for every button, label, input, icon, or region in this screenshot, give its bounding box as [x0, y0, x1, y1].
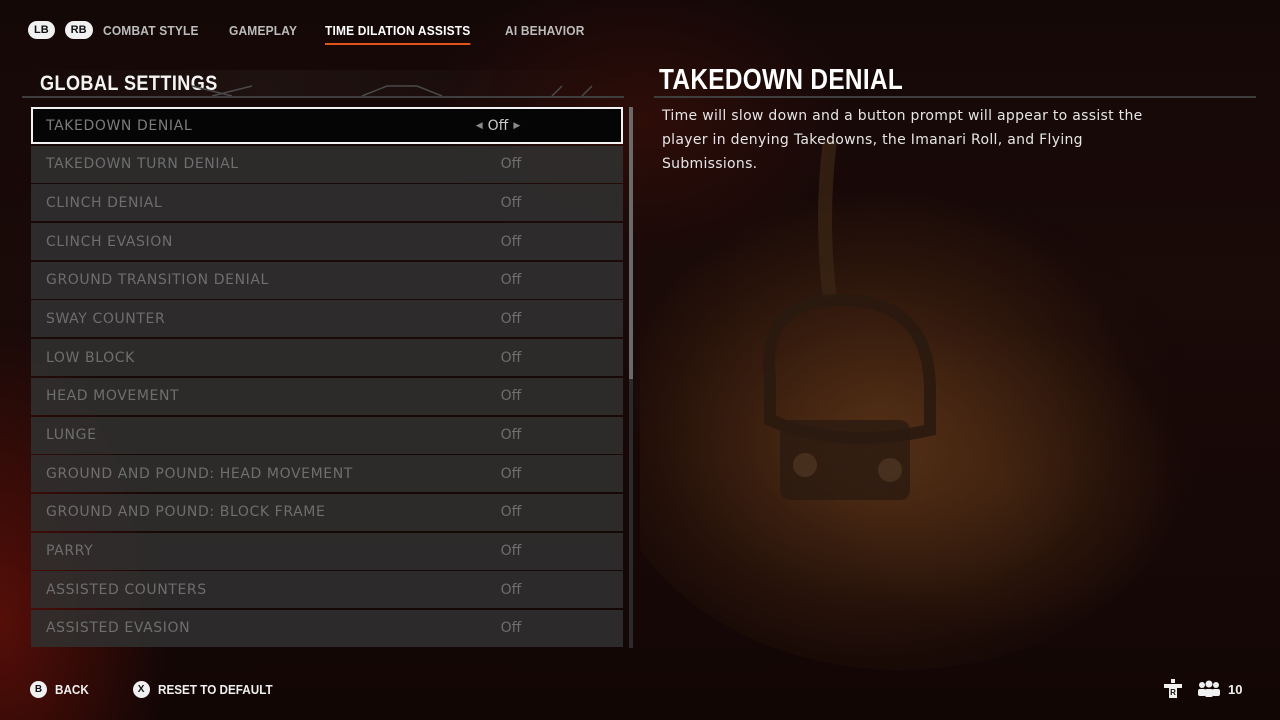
- setting-value: Off: [500, 504, 522, 521]
- setting-row-assisted-evasion[interactable]: ASSISTED EVASION Off: [31, 609, 623, 647]
- setting-row-gnp-block-frame[interactable]: GROUND AND POUND: BLOCK FRAME Off: [31, 493, 623, 531]
- setting-value: Off: [500, 465, 522, 482]
- setting-row-sway-counter[interactable]: SWAY COUNTER Off: [31, 300, 623, 338]
- settings-list: TAKEDOWN DENIAL ◀ Off ▶ TAKEDOWN TURN DE…: [31, 107, 623, 649]
- setting-label: GROUND AND POUND: BLOCK FRAME: [46, 504, 326, 521]
- rb-button-icon[interactable]: RB: [64, 21, 93, 39]
- setting-label: TAKEDOWN TURN DENIAL: [46, 156, 239, 173]
- setting-label: HEAD MOVEMENT: [46, 388, 180, 405]
- party-icon: [1198, 680, 1220, 697]
- chevron-left-icon[interactable]: ◀: [476, 121, 483, 131]
- reset-to-default-button[interactable]: X RESET TO DEFAULT: [132, 681, 285, 698]
- setting-value: Off: [500, 388, 522, 405]
- setting-row-assisted-counters[interactable]: ASSISTED COUNTERS Off: [31, 571, 623, 609]
- svg-text:R: R: [1170, 688, 1176, 697]
- setting-value: Off: [500, 543, 522, 560]
- back-button[interactable]: B BACK: [30, 681, 93, 698]
- setting-value: Off: [500, 156, 522, 173]
- status-area: R 10: [1160, 678, 1242, 700]
- setting-label: ASSISTED EVASION: [46, 620, 191, 637]
- setting-row-takedown-denial[interactable]: TAKEDOWN DENIAL ◀ Off ▶: [31, 107, 623, 144]
- detail-line: player in denying Takedowns, the Imanari…: [662, 132, 1083, 172]
- setting-value: Off: [500, 233, 522, 250]
- back-label: BACK: [55, 682, 89, 697]
- setting-value: Off: [500, 620, 522, 637]
- setting-label: LOW BLOCK: [46, 349, 135, 366]
- setting-label: GROUND TRANSITION DENIAL: [46, 272, 269, 289]
- setting-value: Off: [500, 272, 522, 289]
- reset-label: RESET TO DEFAULT: [157, 682, 273, 697]
- detail-description: Time will slow down and a button prompt …: [662, 104, 1182, 176]
- chevron-right-icon[interactable]: ▶: [513, 121, 520, 131]
- detail-title: TAKEDOWN DENIAL: [659, 64, 904, 96]
- setting-value-text: Off: [487, 117, 509, 134]
- top-nav: LB RB COMBAT STYLE GAMEPLAY TIME DILATIO…: [28, 18, 613, 45]
- b-button-icon: B: [30, 681, 47, 698]
- setting-value: ◀ Off ▶: [453, 118, 543, 134]
- setting-row-ground-transition-denial[interactable]: GROUND TRANSITION DENIAL Off: [31, 261, 623, 299]
- setting-label: GROUND AND POUND: HEAD MOVEMENT: [46, 465, 353, 482]
- setting-row-takedown-turn-denial[interactable]: TAKEDOWN TURN DENIAL Off: [31, 145, 623, 183]
- tab-gameplay[interactable]: GAMEPLAY: [229, 20, 297, 41]
- setting-row-lunge[interactable]: LUNGE Off: [31, 416, 623, 454]
- setting-row-clinch-denial[interactable]: CLINCH DENIAL Off: [31, 184, 623, 222]
- detail-line: Time will slow down and a button prompt …: [662, 108, 1143, 124]
- scrollbar[interactable]: [629, 107, 633, 648]
- section-header: GLOBAL SETTINGS: [22, 70, 624, 98]
- setting-row-clinch-evasion[interactable]: CLINCH EVASION Off: [31, 223, 623, 261]
- setting-row-head-movement[interactable]: HEAD MOVEMENT Off: [31, 377, 623, 415]
- setting-label: LUNGE: [46, 427, 97, 443]
- setting-value: Off: [500, 310, 522, 327]
- rt-trigger-icon[interactable]: R: [1160, 678, 1186, 700]
- x-button-icon: X: [132, 681, 150, 698]
- tab-ai-behavior[interactable]: AI BEHAVIOR: [505, 20, 585, 41]
- setting-label: CLINCH EVASION: [46, 233, 173, 250]
- footer: B BACK X RESET TO DEFAULT: [30, 681, 305, 698]
- setting-row-gnp-head-movement[interactable]: GROUND AND POUND: HEAD MOVEMENT Off: [31, 455, 623, 493]
- background-art: [640, 139, 1200, 670]
- setting-row-parry[interactable]: PARRY Off: [31, 532, 623, 570]
- setting-value: Off: [500, 194, 522, 211]
- setting-label: SWAY COUNTER: [46, 310, 166, 327]
- lb-button-icon[interactable]: LB: [28, 21, 55, 39]
- detail-header: TAKEDOWN DENIAL: [654, 64, 1256, 98]
- tab-combat-style[interactable]: COMBAT STYLE: [103, 20, 199, 41]
- setting-row-low-block[interactable]: LOW BLOCK Off: [31, 339, 623, 377]
- setting-value: Off: [500, 581, 522, 598]
- party-count: 10: [1228, 681, 1243, 697]
- setting-value: Off: [500, 349, 522, 366]
- scrollbar-thumb[interactable]: [629, 107, 633, 379]
- header-ornament: [192, 85, 593, 96]
- setting-value: Off: [500, 427, 522, 443]
- setting-label: PARRY: [46, 543, 94, 560]
- setting-label: CLINCH DENIAL: [46, 194, 163, 211]
- tab-time-dilation-assists[interactable]: TIME DILATION ASSISTS: [324, 20, 471, 45]
- setting-label: TAKEDOWN DENIAL: [46, 117, 193, 134]
- setting-label: ASSISTED COUNTERS: [46, 581, 207, 598]
